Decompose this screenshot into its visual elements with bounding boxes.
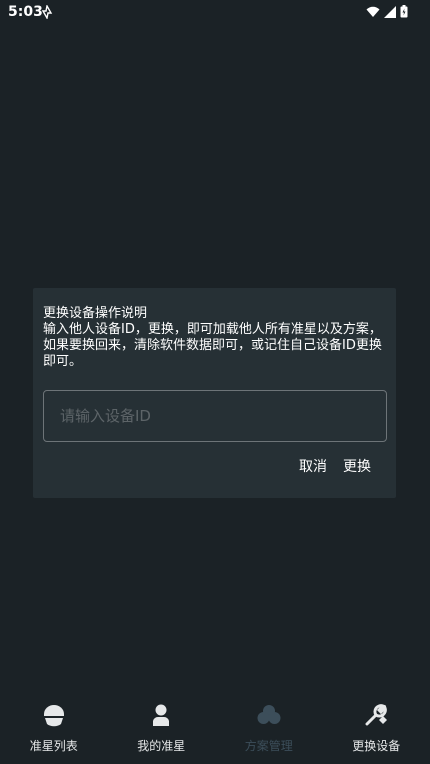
nav-label: 准星列表 — [29, 739, 78, 753]
status-icons — [366, 5, 408, 18]
wrench-icon — [365, 704, 388, 726]
nav-label: 我的准星 — [137, 739, 186, 753]
status-time: 5:03 — [8, 4, 43, 20]
dialog-message: 输入他人设备ID，更换，即可加载他人所有准星以及方案，如果要换回来，清除软件数据… — [43, 322, 382, 369]
person-icon — [153, 704, 170, 726]
nav-item-crosshair-list[interactable]: 准星列表 — [0, 690, 108, 764]
nav-item-plan-management[interactable]: 方案管理 — [215, 690, 323, 764]
nav-label: 方案管理 — [244, 739, 293, 753]
app-notification-icon — [41, 5, 53, 19]
nav-item-my-crosshair[interactable]: 我的准星 — [108, 690, 216, 764]
signal-icon — [384, 5, 396, 18]
device-id-input[interactable] — [43, 390, 387, 442]
bottom-nav: 准星列表 我的准星 方案管理 更换设备 — [0, 690, 430, 764]
nav-item-change-device[interactable]: 更换设备 — [323, 690, 430, 764]
nav-label: 更换设备 — [352, 739, 401, 753]
battery-icon — [400, 5, 408, 18]
dialog-title: 更换设备操作说明 — [43, 306, 148, 321]
status-bar: 5:03 — [0, 0, 430, 26]
cloud-icon — [257, 705, 281, 724]
wifi-icon — [366, 6, 380, 17]
helmet-icon — [43, 705, 64, 727]
cancel-button[interactable]: 取消 — [299, 456, 327, 476]
change-device-dialog: 更换设备操作说明 输入他人设备ID，更换，即可加载他人所有准星以及方案，如果要换… — [33, 288, 396, 498]
change-button[interactable]: 更换 — [343, 456, 371, 476]
app-screen: 5:03 更换设备操作说明 输入他人设备ID，更换，即可加载他人所有准星以及方案… — [0, 0, 430, 764]
